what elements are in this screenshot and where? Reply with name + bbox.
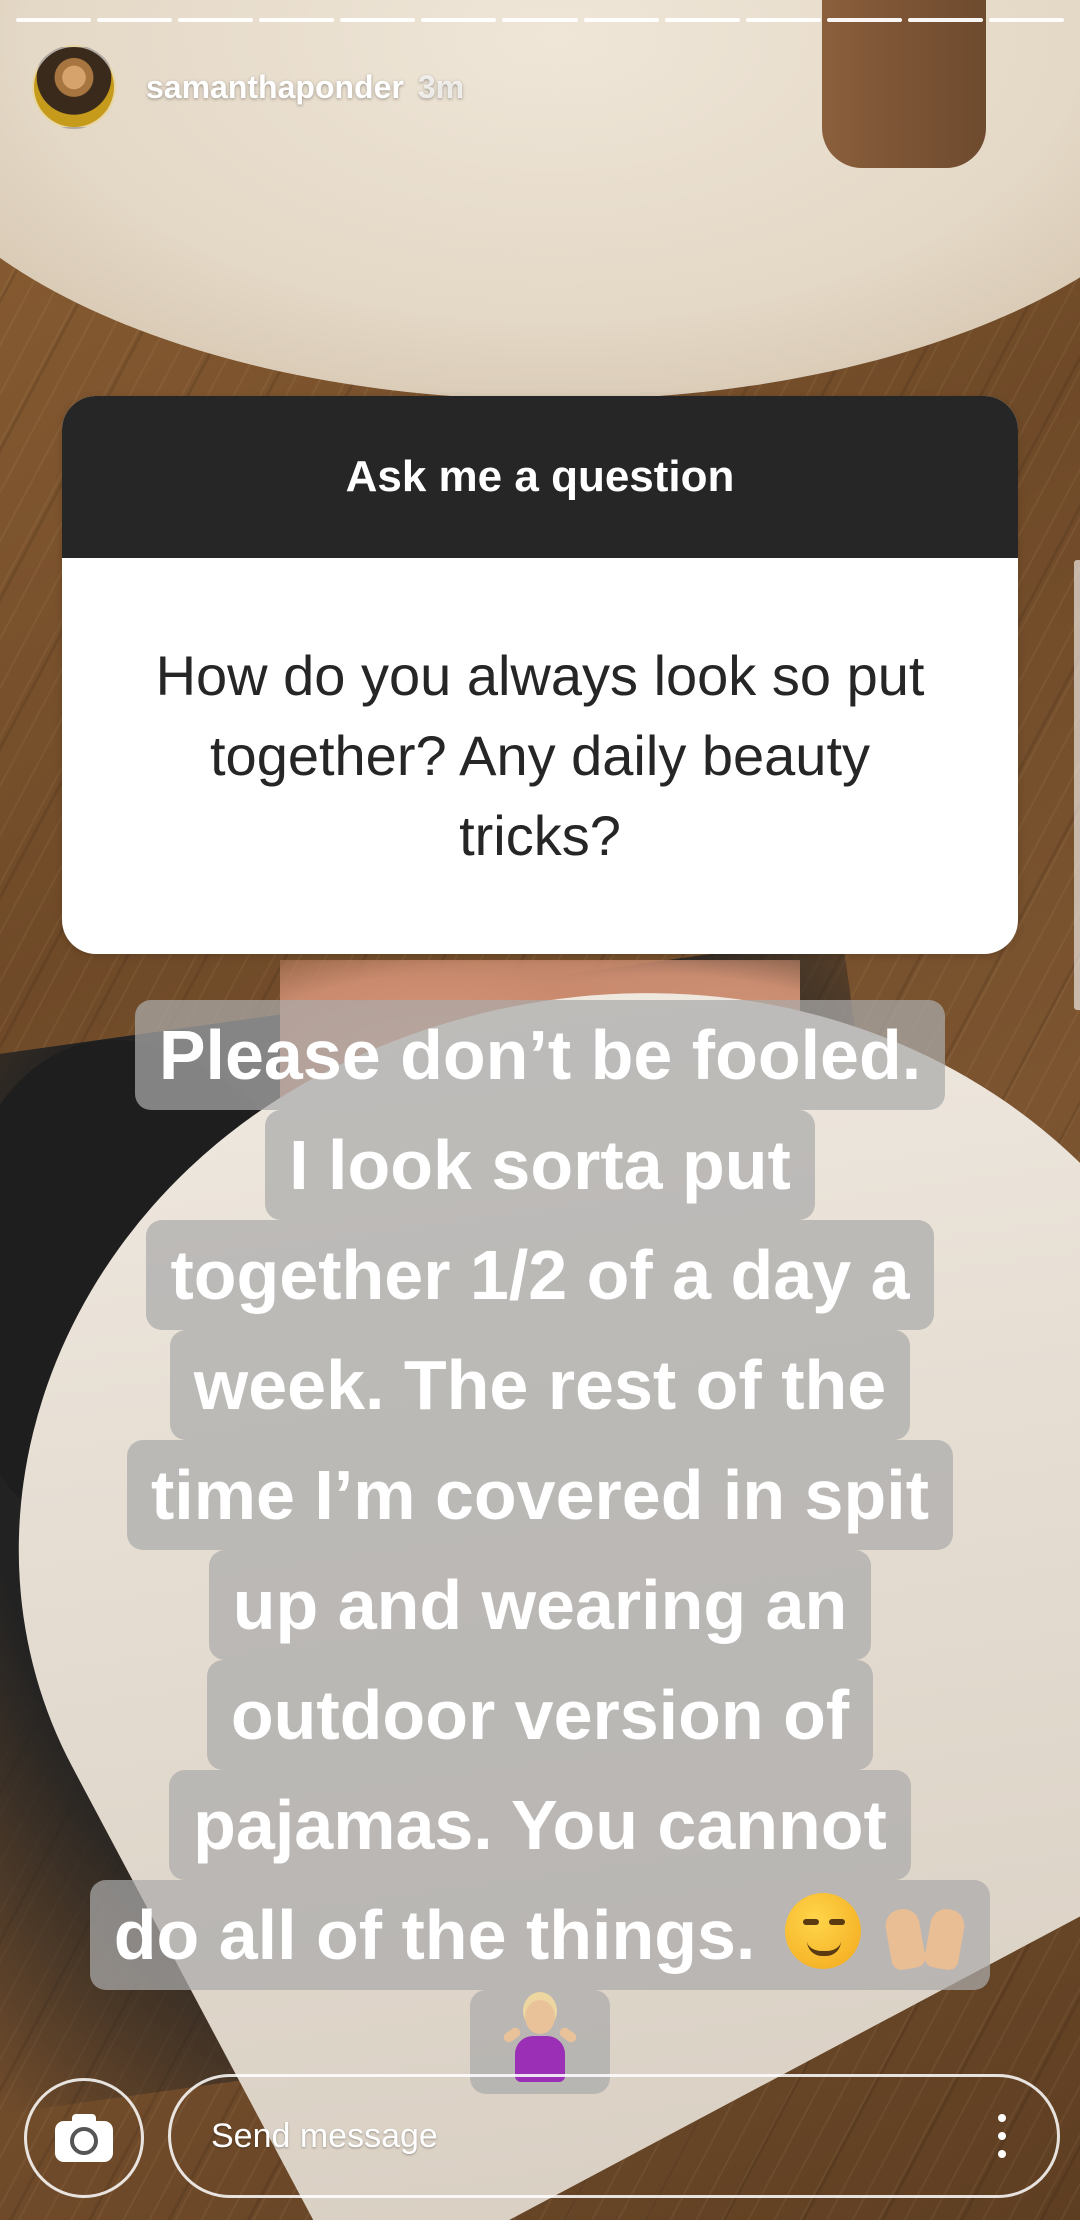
avatar[interactable] — [32, 45, 116, 129]
username[interactable]: samanthaponder — [146, 69, 404, 106]
story-progress-segment — [16, 18, 92, 22]
story-header: samanthaponder 3m — [32, 44, 464, 130]
camera-icon — [55, 2114, 113, 2162]
table-leg-image — [822, 0, 986, 168]
caption-line: pajamas. You cannot — [169, 1770, 911, 1880]
caption-line: up and wearing an — [208, 1550, 872, 1660]
story-progress-segment — [97, 18, 173, 22]
caption-line: do all of the things. — [89, 1880, 991, 1990]
caption-line: time I’m covered in spit — [127, 1440, 953, 1550]
story-progress-segment — [988, 18, 1065, 22]
story-progress-segment — [745, 18, 821, 22]
story-caption: Please don’t be fooled. I look sorta put… — [40, 1000, 1040, 2094]
person-shrugging-icon — [501, 2000, 579, 2084]
story-progress-segment — [421, 18, 497, 22]
smirking-face-icon — [784, 1893, 861, 1969]
raising-hands-icon — [883, 1891, 968, 1972]
question-sticker[interactable]: Ask me a question How do you always look… — [62, 396, 1018, 954]
caption-line: outdoor version of — [206, 1660, 874, 1770]
caption-line: I look sorta put — [265, 1110, 815, 1220]
send-message-input[interactable]: Send message — [168, 2074, 1060, 2198]
story-progress-segment — [907, 18, 983, 22]
story-progress-segment — [502, 18, 578, 22]
caption-line: Please don’t be fooled. — [134, 1000, 946, 1110]
story-progress-segment — [178, 18, 254, 22]
more-vertical-icon[interactable] — [997, 2114, 1007, 2158]
time-ago: 3m — [417, 68, 465, 105]
story-progress-segment — [826, 18, 902, 22]
story-progress-bar — [16, 18, 1065, 22]
next-story-edge — [1074, 560, 1080, 1010]
question-text: How do you always look so put together? … — [155, 644, 925, 867]
question-sticker-title: Ask me a question — [62, 396, 1018, 558]
story-progress-segment — [583, 18, 659, 22]
story-progress-segment — [259, 18, 335, 22]
story-progress-segment — [664, 18, 740, 22]
send-message-placeholder: Send message — [211, 2116, 438, 2155]
camera-button[interactable] — [24, 2078, 144, 2198]
caption-line: week. The rest of the — [169, 1330, 911, 1440]
caption-line: together 1/2 of a day a — [146, 1220, 934, 1330]
story-progress-segment — [340, 18, 416, 22]
